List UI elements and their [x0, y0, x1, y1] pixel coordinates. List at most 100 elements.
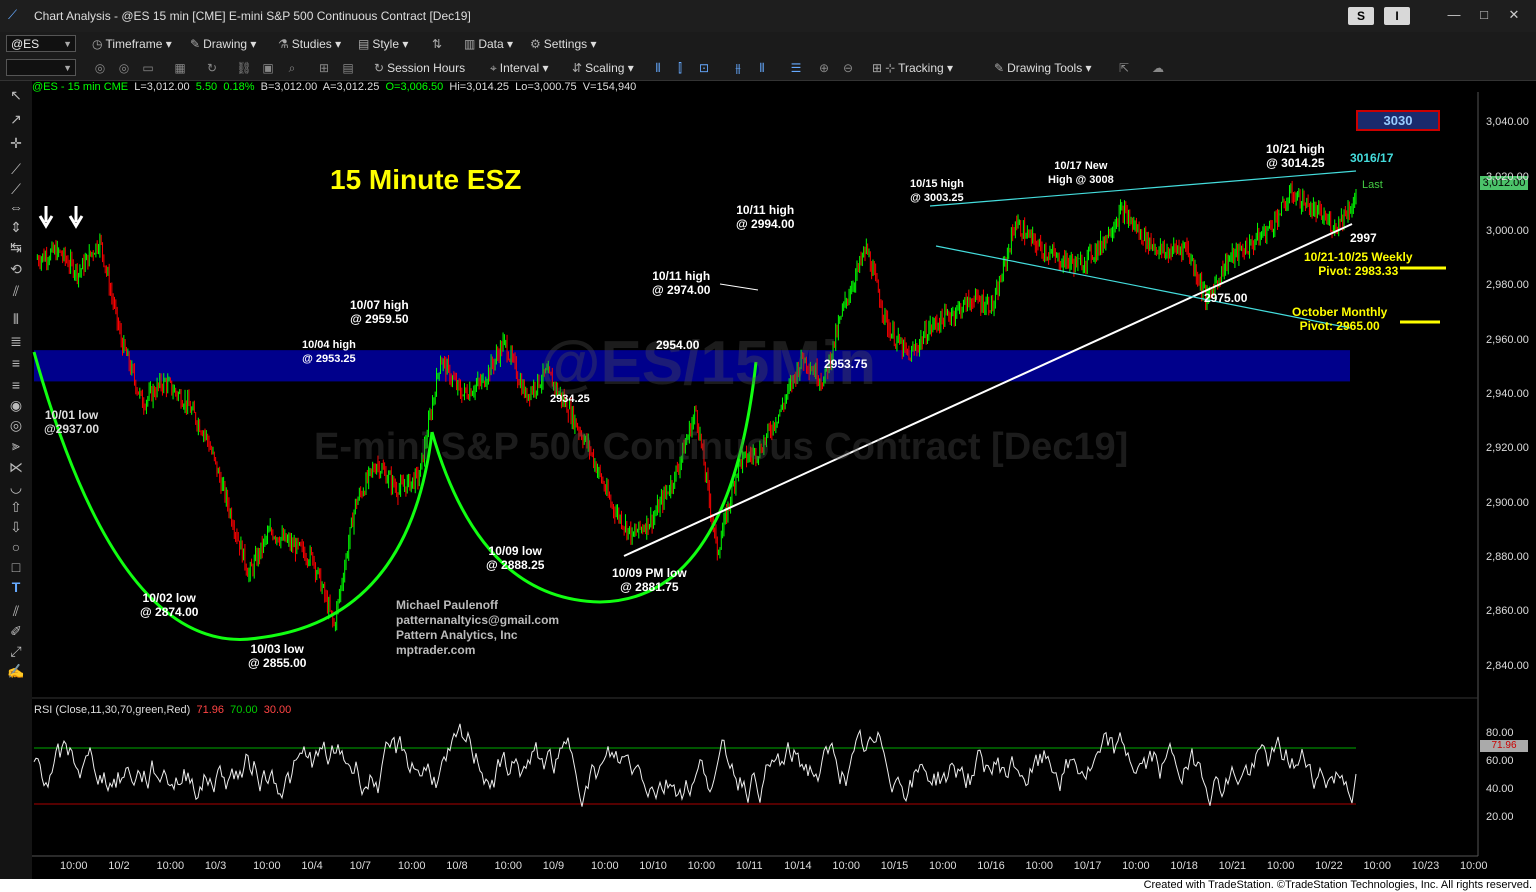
line-icon[interactable]: ⫴: [754, 60, 770, 76]
layout-icon[interactable]: ⇅: [432, 36, 445, 52]
grid-icon[interactable]: ⊞: [316, 60, 332, 76]
x-axis-tick: 10/21: [1218, 860, 1247, 872]
fib-icon[interactable]: ≣: [6, 331, 26, 351]
x-axis-tick: 10:00: [60, 860, 88, 872]
x-axis-tick: 10:00: [1460, 860, 1488, 872]
drawing-tools-menu[interactable]: ✎ Drawing Tools ▾: [994, 60, 1092, 76]
arrow-up-icon[interactable]: ⇧: [6, 497, 26, 517]
dimension-icon[interactable]: ⤢: [6, 641, 26, 661]
tradestation-logo-icon: ⟋: [8, 7, 18, 22]
x-axis-tick: 10/23: [1411, 860, 1440, 872]
target-icon[interactable]: ◎: [6, 415, 26, 435]
annotate-icon[interactable]: ✍: [6, 661, 26, 681]
x-axis-tick: 10/17: [1073, 860, 1102, 872]
spiral-icon[interactable]: ◉: [6, 395, 26, 415]
tracking-button[interactable]: ⊞ ⊹ Tracking ▾: [872, 60, 953, 76]
save-icon[interactable]: ▣: [260, 60, 276, 76]
style-menu[interactable]: ▤ Style ▾: [358, 36, 408, 52]
annotation-1015-high: 10/15 high @ 3003.25: [910, 178, 964, 204]
window-icon[interactable]: ▭: [140, 60, 156, 76]
hlc-icon[interactable]: ⫵: [730, 60, 746, 76]
annotation-1009-low: 10/09 low @ 2888.25: [486, 544, 545, 572]
target-box: 3030: [1356, 110, 1440, 131]
rectangle-icon[interactable]: □: [6, 557, 26, 577]
ray-icon[interactable]: ⟋: [6, 179, 26, 199]
lines-icon[interactable]: ≡: [6, 353, 26, 373]
speed-lines-icon[interactable]: ⋉: [6, 457, 26, 477]
fib-fan-icon[interactable]: ⫸: [6, 435, 26, 455]
info-volume: V=154,940: [582, 81, 637, 93]
rsi-lower: 30.00: [263, 704, 292, 716]
style-icon: ▤: [358, 37, 370, 51]
lines-icon[interactable]: ≡: [6, 375, 26, 395]
annotation-2997: 2997: [1350, 231, 1377, 245]
settings-menu[interactable]: ⚙ Settings ▾: [530, 36, 596, 52]
rounding-arc-1: [32, 351, 434, 641]
chat-icon[interactable]: ☁: [1150, 60, 1166, 76]
close-icon[interactable]: ✕: [1504, 6, 1524, 24]
zoom-icon[interactable]: ⌕: [284, 60, 300, 76]
drawing-tools-sidebar: ↖ ↗ ✛ ⟋ ⟋ ⇔ ⇕ ↹ ⟲ ⫽ ⦀ ≣ ≡ ≡ ◉ ◎ ⫸ ⋉ ◡ ⇧ …: [0, 81, 32, 881]
eraser-icon[interactable]: ✐: [6, 621, 26, 641]
text-icon[interactable]: T: [6, 577, 26, 597]
weekly-pivot-label: 10/21-10/25 Weekly Pivot: 2983.33: [1304, 250, 1413, 278]
pencil-icon: ✎: [994, 61, 1005, 75]
select-icon[interactable]: ↗: [6, 109, 26, 129]
timeframe-menu[interactable]: ◷ Timeframe ▾: [92, 36, 172, 52]
chain-icon[interactable]: ⛓: [236, 60, 252, 76]
symbol-info-bar: @ES - 15 min CME L=3,012.00 5.50 0.18% B…: [32, 81, 636, 93]
pointer-icon[interactable]: ↖: [6, 85, 26, 105]
last-label: Last: [1362, 179, 1383, 191]
arc-icon[interactable]: ◡: [6, 477, 26, 497]
link-i-button[interactable]: I: [1384, 7, 1410, 25]
zoom-out-icon[interactable]: ⊖: [840, 60, 856, 76]
minimize-icon[interactable]: —: [1444, 6, 1464, 24]
data-menu[interactable]: ▥ Data ▾: [464, 36, 513, 52]
circle-icon[interactable]: ○: [6, 537, 26, 557]
window-title: Chart Analysis - @ES 15 min [CME] E-mini…: [34, 9, 471, 23]
y-axis-tick: 2,840.00: [1486, 659, 1529, 672]
annotation-2953: 2953.75: [824, 357, 868, 371]
annotation-1011-high-b: 10/11 high @ 2994.00: [736, 203, 795, 231]
bar-type-icon[interactable]: ⫴: [650, 60, 666, 76]
info-low: Lo=3,000.75: [515, 81, 577, 93]
export-icon[interactable]: ⇱: [1116, 60, 1132, 76]
trendline-icon[interactable]: ⟋: [6, 159, 26, 179]
circle-icon[interactable]: ◎: [92, 60, 108, 76]
link-s-button[interactable]: S: [1348, 7, 1374, 25]
columns-icon[interactable]: ⦀: [6, 309, 26, 329]
arrow-icon[interactable]: ↹: [6, 237, 26, 257]
ohlc-icon[interactable]: ⊡: [696, 60, 712, 76]
annotation-1017-high: 10/17 New High @ 3008: [1048, 160, 1114, 186]
panel-icon[interactable]: ☰: [788, 60, 804, 76]
x-axis-tick: 10:00: [928, 860, 957, 872]
maximize-icon[interactable]: □: [1474, 6, 1494, 24]
calendar-icon[interactable]: ▦: [172, 60, 188, 76]
interval-combo[interactable]: ▼: [6, 59, 76, 76]
candle-icon[interactable]: ⫿: [672, 60, 688, 76]
symbol-input[interactable]: @ES ▼: [6, 35, 76, 52]
studies-menu[interactable]: ⚗ Studies ▾: [278, 36, 341, 52]
x-axis-tick: 10/18: [1170, 860, 1198, 872]
refresh-icon[interactable]: ↻: [204, 60, 220, 76]
x-axis-tick: 10/9: [542, 860, 565, 872]
channel-icon[interactable]: ⫽: [6, 281, 26, 301]
scaling-menu[interactable]: ⇵ Scaling ▾: [572, 60, 634, 76]
x-axis-tick: 10/3: [204, 860, 227, 872]
interval-menu[interactable]: ⌖ Interval ▾: [490, 60, 548, 76]
horizontal-line-icon[interactable]: ⇔: [6, 197, 26, 217]
vertical-line-icon[interactable]: ⇕: [6, 217, 26, 237]
chart-icon[interactable]: ▤: [340, 60, 356, 76]
cycle-icon[interactable]: ⟲: [6, 259, 26, 279]
session-hours-button[interactable]: ↻ Session Hours: [374, 60, 465, 76]
drawing-menu[interactable]: ✎ Drawing ▾: [190, 36, 256, 52]
arrow-down-icon[interactable]: ⇩: [6, 517, 26, 537]
crosshair-icon[interactable]: ✛: [6, 133, 26, 153]
circle-icon[interactable]: ◎: [116, 60, 132, 76]
main-toolbar: @ES ▼ ◷ Timeframe ▾ ✎ Drawing ▾ ⚗ Studies ▾ …: [0, 32, 1536, 56]
chevron-down-icon: ▼: [63, 63, 72, 73]
zoom-in-icon[interactable]: ⊕: [816, 60, 832, 76]
y-axis-tick: 2,980.00: [1486, 279, 1529, 292]
pencil-icon[interactable]: ⫽: [6, 601, 26, 621]
x-axis-tick: 10/2: [108, 860, 130, 872]
